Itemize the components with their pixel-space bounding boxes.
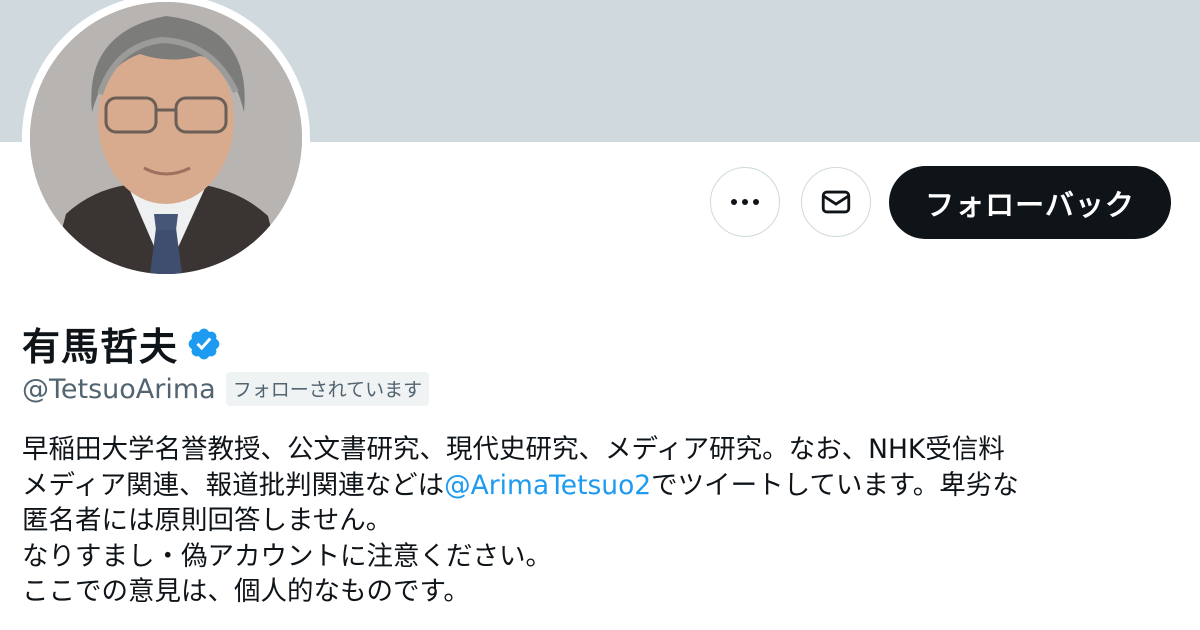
bio-line: ここでの意見は、個人的なものです。 [22, 576, 470, 607]
profile-bio: 早稲田大学名誉教授、公文書研究、現代史研究、メディア研究。なお、NHK受信料 メ… [22, 432, 1182, 610]
display-name: 有馬哲夫 [22, 325, 179, 369]
more-options-button[interactable] [710, 167, 780, 237]
profile-avatar[interactable] [22, 0, 310, 282]
more-horizontal-icon [731, 199, 759, 205]
user-handle: @TetsuoArima [22, 373, 216, 405]
handle-row: @TetsuoArima フォローされています [22, 372, 430, 406]
bio-line: 匿名者には原則回答しません。 [22, 505, 393, 536]
verified-badge-icon[interactable] [186, 326, 222, 362]
mail-icon [821, 190, 851, 214]
profile-name-row: 有馬哲夫 [22, 316, 222, 371]
bio-line: 早稲田大学名誉教授、公文書研究、現代史研究、メディア研究。なお、NHK受信料 [22, 434, 1005, 465]
bio-line: なりすまし・偽アカウントに注意ください。 [22, 540, 552, 572]
bio-text: でツイートしています。卑劣な [651, 469, 1019, 501]
bio-text: メディア関連、報道批判関連などは [22, 469, 445, 501]
mention-link[interactable]: @ArimaTetsuo2 [444, 470, 651, 501]
follow-back-button[interactable]: フォローバック [889, 166, 1171, 239]
avatar-photo [30, 2, 302, 274]
message-button[interactable] [801, 167, 871, 237]
bio-line: メディア関連、報道批判関連などは@ArimaTetsuo2でツイートしています。… [22, 468, 1182, 504]
follows-you-badge: フォローされています [225, 372, 430, 406]
